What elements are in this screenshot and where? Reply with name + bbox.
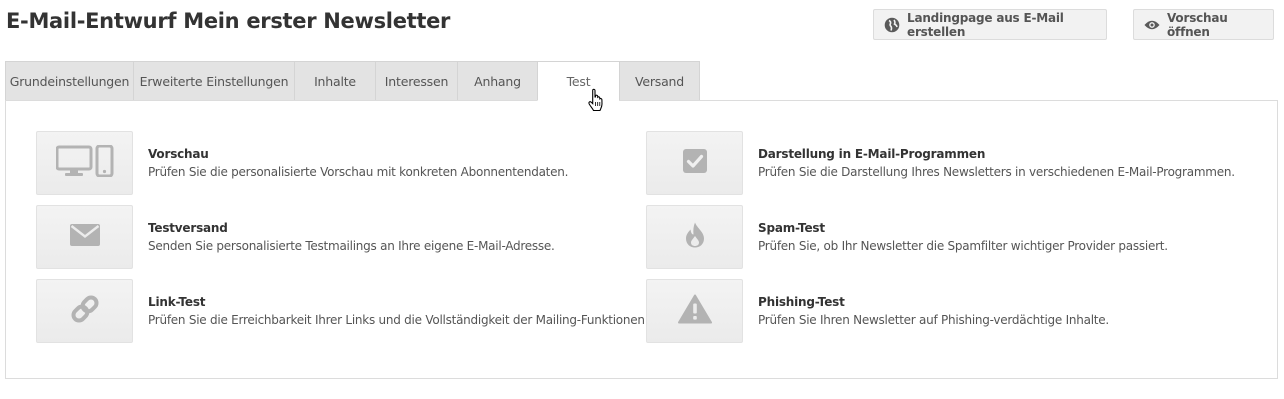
link-test-title: Link-Test bbox=[148, 295, 206, 309]
tab-test[interactable]: Test bbox=[537, 61, 619, 101]
spam-test-icon-box[interactable] bbox=[646, 205, 743, 269]
tab-versand[interactable]: Versand bbox=[619, 61, 700, 101]
check-square-icon bbox=[682, 148, 708, 178]
tab-anhang[interactable]: Anhang bbox=[457, 61, 537, 101]
warning-icon bbox=[677, 294, 712, 328]
phishing-test-item[interactable]: Phishing-Test Prüfen Sie Ihren Newslette… bbox=[646, 279, 1109, 343]
test-send-item[interactable]: Testversand Senden Sie personalisierte T… bbox=[36, 205, 555, 269]
test-send-desc: Senden Sie personalisierte Testmailings … bbox=[148, 239, 555, 253]
email-client-icon-box[interactable] bbox=[646, 131, 743, 195]
globe-icon bbox=[884, 17, 900, 33]
test-panel: Vorschau Prüfen Sie die personalisierte … bbox=[5, 100, 1278, 379]
spam-test-title: Spam-Test bbox=[758, 221, 825, 235]
email-client-desc: Prüfen Sie die Darstellung Ihres Newslet… bbox=[758, 165, 1235, 179]
link-test-desc: Prüfen Sie die Erreichbarkeit Ihrer Link… bbox=[148, 313, 649, 327]
preview-desc: Prüfen Sie die personalisierte Vorschau … bbox=[148, 165, 569, 179]
email-client-title: Darstellung in E-Mail-Programmen bbox=[758, 147, 986, 161]
tab-inhalte[interactable]: Inhalte bbox=[294, 61, 375, 101]
phishing-test-title: Phishing-Test bbox=[758, 295, 845, 309]
flame-icon bbox=[685, 222, 705, 252]
envelope-icon bbox=[69, 224, 100, 250]
create-landingpage-label: Landingpage aus E-Mail erstellen bbox=[907, 10, 1064, 39]
link-test-item[interactable]: Link-Test Prüfen Sie die Erreichbarkeit … bbox=[36, 279, 649, 343]
test-send-icon-box[interactable] bbox=[36, 205, 133, 269]
tab-erweiterte-einstellungen[interactable]: Erweiterte Einstellungen bbox=[133, 61, 294, 101]
test-send-title: Testversand bbox=[148, 221, 228, 235]
eye-icon bbox=[1144, 17, 1160, 33]
email-client-rendering-item[interactable]: Darstellung in E-Mail-Programmen Prüfen … bbox=[646, 131, 1235, 195]
spam-test-desc: Prüfen Sie, ob Ihr Newsletter die Spamfi… bbox=[758, 239, 1168, 253]
preview-item[interactable]: Vorschau Prüfen Sie die personalisierte … bbox=[36, 131, 568, 195]
devices-icon bbox=[55, 144, 114, 181]
tab-interessen[interactable]: Interessen bbox=[375, 61, 457, 101]
link-icon bbox=[70, 294, 100, 328]
open-preview-button[interactable]: Vorschau öffnen bbox=[1133, 9, 1274, 40]
page-title: E-Mail-Entwurf Mein erster Newsletter bbox=[6, 9, 451, 33]
spam-test-item[interactable]: Spam-Test Prüfen Sie, ob Ihr Newsletter … bbox=[646, 205, 1168, 269]
phishing-test-desc: Prüfen Sie Ihren Newsletter auf Phishing… bbox=[758, 313, 1109, 327]
create-landingpage-button[interactable]: Landingpage aus E-Mail erstellen bbox=[873, 9, 1107, 40]
link-test-icon-box[interactable] bbox=[36, 279, 133, 343]
hand-pointer-cursor-icon bbox=[588, 88, 606, 116]
open-preview-label: Vorschau öffnen bbox=[1167, 10, 1228, 39]
preview-icon-box[interactable] bbox=[36, 131, 133, 195]
tab-grundeinstellungen[interactable]: Grundeinstellungen bbox=[5, 61, 133, 101]
preview-title: Vorschau bbox=[148, 147, 209, 161]
phishing-test-icon-box[interactable] bbox=[646, 279, 743, 343]
